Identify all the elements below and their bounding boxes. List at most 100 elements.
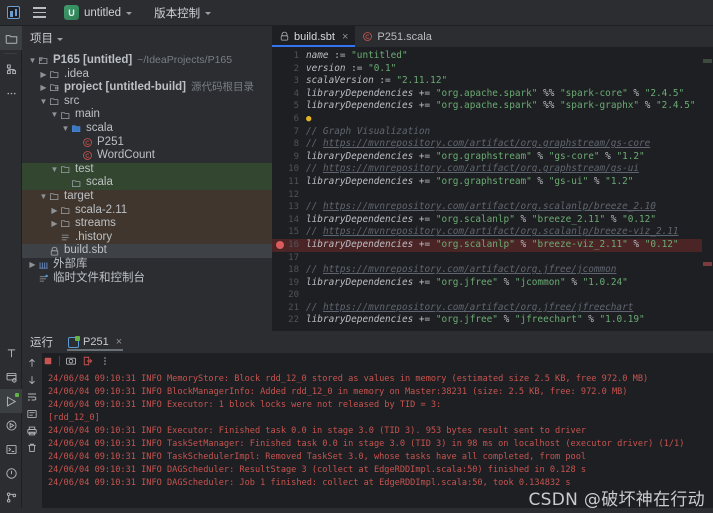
chevron-down-icon[interactable]: ▼ bbox=[50, 163, 59, 177]
project-panel-header[interactable]: 项目 bbox=[22, 26, 272, 50]
line-number[interactable]: 22 bbox=[272, 314, 306, 327]
tree-node-target[interactable]: ▼ target bbox=[22, 189, 272, 204]
chevron-right-icon[interactable]: ▶ bbox=[50, 217, 59, 231]
chevron-down-icon[interactable]: ▼ bbox=[61, 122, 70, 136]
line-number[interactable]: 13 bbox=[272, 201, 306, 214]
line-number[interactable]: 12 bbox=[272, 189, 306, 202]
tree-node-[interactable]: 临时文件和控制台 bbox=[22, 272, 272, 286]
sidebar-item-problems[interactable] bbox=[0, 461, 22, 485]
line-number[interactable]: 16 bbox=[272, 239, 306, 252]
line-number[interactable]: 14 bbox=[272, 214, 306, 227]
line-number[interactable]: 21 bbox=[272, 302, 306, 315]
sidebar-item-run[interactable] bbox=[0, 389, 22, 413]
line-number[interactable]: 5 bbox=[272, 100, 306, 113]
chevron-down-icon[interactable]: ▼ bbox=[28, 54, 37, 68]
breakpoint-icon[interactable] bbox=[276, 241, 284, 250]
sidebar-item-services[interactable] bbox=[0, 365, 22, 389]
line-number[interactable]: 9 bbox=[272, 151, 306, 164]
code-editor[interactable]: 1 name := "untitled" 2 version := "0.1" 3 sca… bbox=[272, 47, 713, 331]
chevron-down-icon[interactable]: ▼ bbox=[39, 190, 48, 204]
sidebar-item-terminal[interactable] bbox=[0, 437, 22, 461]
code-line[interactable]: 15// https://mvnrepository.com/artifact/… bbox=[272, 226, 713, 239]
soft-wrap-icon[interactable] bbox=[26, 391, 38, 403]
code-line[interactable]: 1 name := "untitled" bbox=[272, 50, 713, 63]
line-number[interactable]: 15 bbox=[272, 226, 306, 239]
project-selector[interactable]: U untitled bbox=[58, 3, 138, 23]
code-line[interactable]: 16 libraryDependencies += "org.scalanlp" … bbox=[272, 238, 713, 252]
sidebar-item-debug[interactable] bbox=[0, 413, 22, 437]
close-icon[interactable]: × bbox=[342, 31, 348, 43]
line-number[interactable]: 3 bbox=[272, 75, 306, 88]
code-line[interactable]: 5 libraryDependencies += "org.apache.spar… bbox=[272, 100, 713, 113]
line-number[interactable]: 7 bbox=[272, 126, 306, 139]
line-number[interactable]: 17 bbox=[272, 252, 306, 265]
line-number[interactable]: 19 bbox=[272, 277, 306, 290]
line-number[interactable]: 1 bbox=[272, 50, 306, 63]
code-line[interactable]: 4 libraryDependencies += "org.apache.spar… bbox=[272, 88, 713, 101]
code-line[interactable]: 17 bbox=[272, 252, 713, 265]
tree-node-idea[interactable]: ▶ .idea bbox=[22, 68, 272, 82]
code-line[interactable]: 10// https://mvnrepository.com/artifact/… bbox=[272, 163, 713, 176]
exit-icon[interactable] bbox=[82, 355, 94, 367]
hamburger-menu-icon[interactable] bbox=[26, 0, 52, 26]
line-number[interactable]: 20 bbox=[272, 289, 306, 302]
chevron-right-icon[interactable]: ▶ bbox=[28, 258, 37, 272]
tree-node-streams[interactable]: ▶ streams bbox=[22, 217, 272, 231]
code-line[interactable]: 18// https://mvnrepository.com/artifact/… bbox=[272, 264, 713, 277]
arrow-up-icon[interactable] bbox=[26, 357, 38, 369]
line-number[interactable]: 18 bbox=[272, 264, 306, 277]
code-line[interactable]: 14 libraryDependencies += "org.scalanlp" … bbox=[272, 214, 713, 227]
code-line[interactable]: 19 libraryDependencies += "org.jfree" % "… bbox=[272, 277, 713, 290]
chevron-down-icon[interactable]: ▼ bbox=[50, 108, 59, 122]
code-line[interactable]: 3 scalaVersion := "2.11.12" bbox=[272, 75, 713, 88]
tree-node-scala[interactable]: scala bbox=[22, 176, 272, 190]
printer-icon[interactable] bbox=[26, 425, 38, 437]
tree-node-[interactable]: ▶ 外部库 bbox=[22, 258, 272, 272]
line-number[interactable]: 11 bbox=[272, 176, 306, 189]
tree-node-src[interactable]: ▼ src bbox=[22, 95, 272, 109]
code-line[interactable]: 21// https://mvnrepository.com/artifact/… bbox=[272, 302, 713, 315]
trash-icon[interactable] bbox=[26, 442, 38, 454]
code-line[interactable]: 2 version := "0.1" bbox=[272, 63, 713, 76]
sidebar-item-structure[interactable] bbox=[0, 57, 22, 81]
stop-square-icon[interactable] bbox=[42, 355, 54, 367]
sidebar-item-version-control[interactable] bbox=[0, 485, 22, 509]
tree-node-wordcount[interactable]: WordCount bbox=[22, 149, 272, 163]
code-line[interactable]: 7// Graph Visualization bbox=[272, 126, 713, 139]
line-number[interactable]: 2 bbox=[272, 63, 306, 76]
tree-node-p251[interactable]: P251 bbox=[22, 136, 272, 150]
line-number[interactable]: 8 bbox=[272, 138, 306, 151]
tree-node-project-untitled-build[interactable]: ▶ project [untitled-build] 源代码根目录 bbox=[22, 81, 272, 95]
tree-node-build-sbt[interactable]: build.sbt bbox=[22, 244, 272, 258]
intellij-logo-icon[interactable] bbox=[0, 0, 26, 26]
code-line[interactable]: 6 ● bbox=[272, 113, 713, 126]
sidebar-item-typography[interactable] bbox=[0, 341, 22, 365]
tree-node-scala[interactable]: ▼ scala bbox=[22, 122, 272, 136]
code-line[interactable]: 20 bbox=[272, 289, 713, 302]
editor-tab-build-sbt[interactable]: build.sbt × bbox=[272, 26, 356, 47]
intention-bulb-icon[interactable]: ● bbox=[306, 114, 311, 124]
line-number[interactable]: 4 bbox=[272, 88, 306, 101]
camera-icon[interactable] bbox=[65, 355, 77, 367]
code-line[interactable]: 22 libraryDependencies += "org.jfree" % "… bbox=[272, 314, 713, 327]
run-configuration-tab[interactable]: P251 × bbox=[63, 331, 127, 353]
code-line[interactable]: 9 libraryDependencies += "org.graphstream… bbox=[272, 151, 713, 164]
tree-node-p165-untitled[interactable]: ▼ P165 [untitled] ~/IdeaProjects/P165 bbox=[22, 54, 272, 68]
console-output[interactable]: 24/06/04 09:10:31 INFO MemoryStore: Bloc… bbox=[42, 369, 713, 513]
sidebar-item-project[interactable] bbox=[0, 26, 22, 50]
tree-node-scala-2-11[interactable]: ▶ scala-2.11 bbox=[22, 203, 272, 218]
tree-node-test[interactable]: ▼ test bbox=[22, 162, 272, 177]
sidebar-item-more[interactable] bbox=[0, 81, 22, 105]
line-number[interactable]: 6 bbox=[272, 113, 306, 126]
chevron-right-icon[interactable]: ▶ bbox=[50, 204, 59, 218]
code-line[interactable]: 8// https://mvnrepository.com/artifact/o… bbox=[272, 138, 713, 151]
editor-tab-p251-scala[interactable]: P251.scala bbox=[355, 26, 438, 47]
chevron-right-icon[interactable]: ▶ bbox=[39, 68, 48, 82]
chevron-down-icon[interactable]: ▼ bbox=[39, 95, 48, 109]
code-line[interactable]: 13// https://mvnrepository.com/artifact/… bbox=[272, 201, 713, 214]
editor-marker-strip[interactable] bbox=[702, 47, 713, 331]
close-icon[interactable]: × bbox=[116, 336, 122, 348]
code-line[interactable]: 11 libraryDependencies += "org.graphstrea… bbox=[272, 176, 713, 189]
line-number[interactable]: 10 bbox=[272, 163, 306, 176]
chevron-right-icon[interactable]: ▶ bbox=[39, 81, 48, 95]
